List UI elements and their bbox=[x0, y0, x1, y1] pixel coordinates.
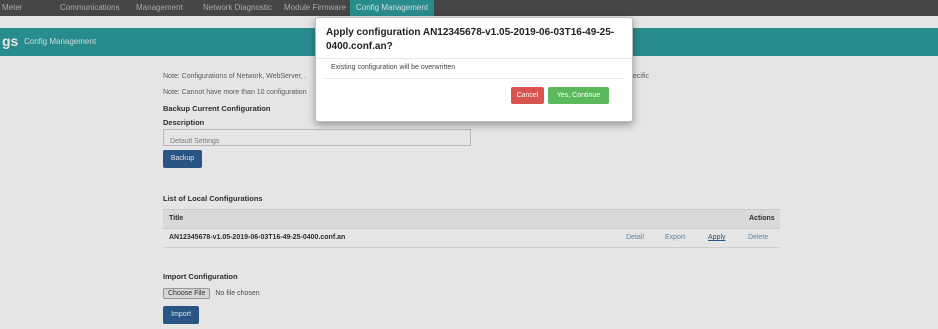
dialog-divider-top bbox=[316, 58, 632, 59]
yes-continue-button[interactable]: Yes, Continue bbox=[548, 87, 609, 104]
dialog-divider-bottom bbox=[324, 78, 624, 79]
dialog-message: Existing configuration will be overwritt… bbox=[331, 64, 456, 71]
apply-confirmation-dialog: Apply configuration AN12345678-v1.05-201… bbox=[315, 17, 633, 122]
dialog-title: Apply configuration AN12345678-v1.05-201… bbox=[326, 27, 615, 52]
cancel-button[interactable]: Cancel bbox=[511, 87, 544, 104]
